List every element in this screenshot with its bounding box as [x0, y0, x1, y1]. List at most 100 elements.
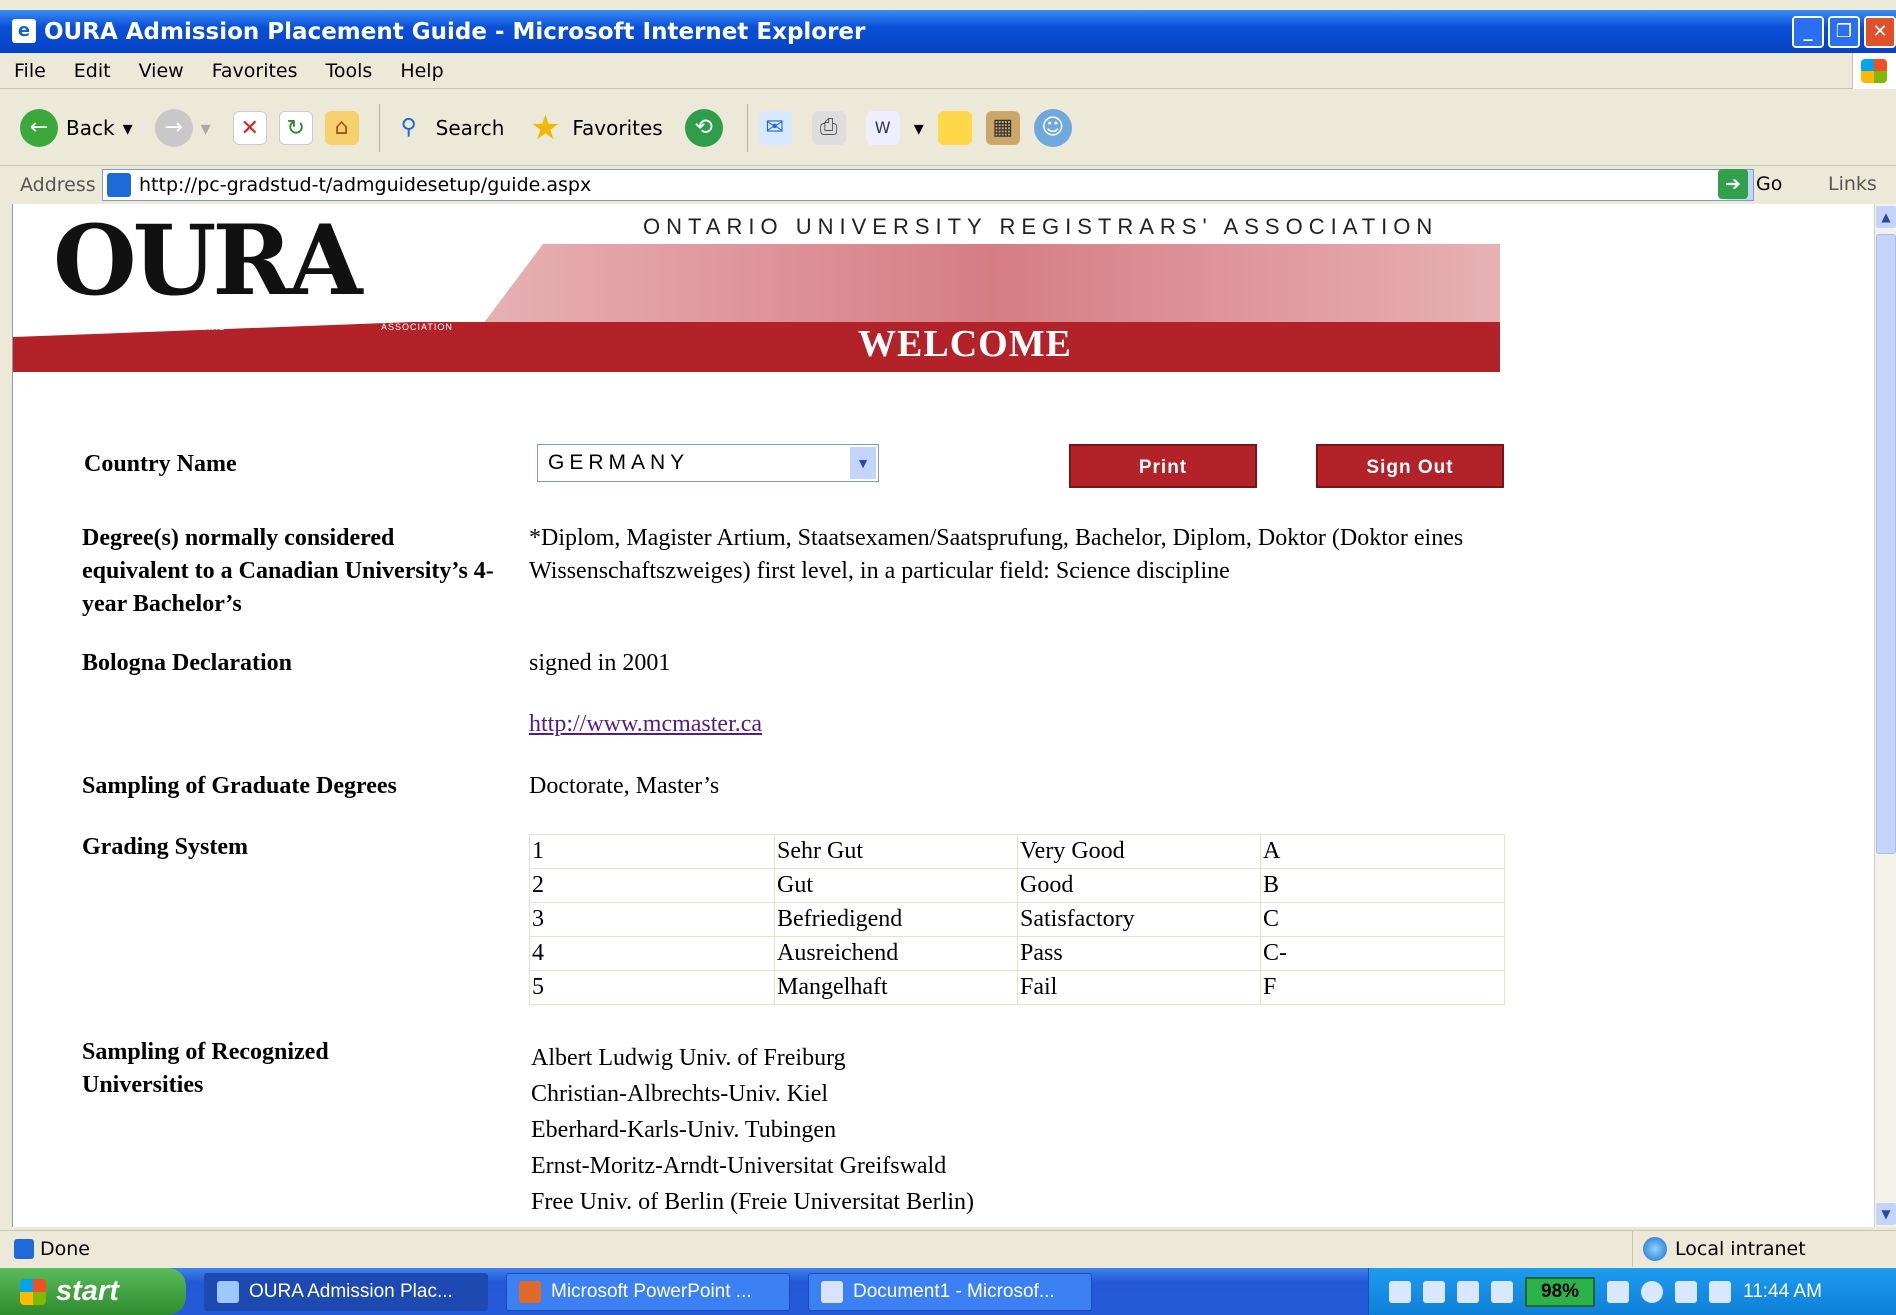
vertical-scrollbar[interactable]: ▲ ▼ — [1874, 204, 1896, 1227]
edit-dropdown-icon[interactable]: ▾ — [914, 116, 924, 140]
window-title: OURA Admission Placement Guide - Microso… — [44, 18, 866, 45]
windows-logo — [1852, 53, 1896, 89]
go-button[interactable]: ➔ Go — [1718, 169, 1782, 199]
bologna-value: signed in 2001 — [529, 650, 671, 676]
mcmaster-link[interactable]: http://www.mcmaster.ca — [529, 708, 762, 741]
menu-view[interactable]: View — [139, 60, 184, 82]
address-url: http://pc-gradstud-t/admguidesetup/guide… — [139, 174, 592, 196]
scroll-down-icon[interactable]: ▼ — [1876, 1203, 1896, 1225]
handwriting-icon[interactable] — [1457, 1280, 1479, 1303]
forward-arrow-icon: → — [154, 108, 193, 147]
windows-flag-icon — [20, 1278, 46, 1305]
pen-icon[interactable] — [1389, 1280, 1411, 1303]
favorites-button[interactable]: ★ Favorites — [526, 109, 663, 147]
grading-label: Grading System — [82, 834, 249, 860]
list-item: Christian-Albrechts-Univ. Kiel — [531, 1081, 829, 1107]
table-row: 4 Ausreichend Pass C- — [529, 936, 1505, 971]
table-cell: Gut — [774, 868, 1018, 903]
address-input[interactable]: http://pc-gradstud-t/admguidesetup/guide… — [102, 169, 1754, 201]
list-item: Free Univ. of Berlin (Freie Universitat … — [531, 1189, 974, 1215]
sign-out-button[interactable]: Sign Out — [1316, 444, 1504, 488]
tablet-icon[interactable] — [1423, 1280, 1445, 1303]
task-ie[interactable]: OURA Admission Plac... — [204, 1272, 488, 1311]
forward-button[interactable]: → ▾ — [154, 108, 211, 147]
input-icon[interactable] — [1491, 1280, 1513, 1303]
start-label: start — [56, 1275, 119, 1307]
chevron-down-icon[interactable]: ▼ — [850, 447, 876, 479]
table-cell: Ausreichend — [774, 936, 1018, 971]
task-powerpoint[interactable]: Microsoft PowerPoint ... — [506, 1272, 790, 1311]
print-icon[interactable]: ⎙ — [811, 110, 846, 145]
research-icon[interactable]: ▦ — [985, 110, 1020, 145]
notes-icon[interactable] — [937, 110, 972, 145]
back-label: Back — [66, 115, 115, 140]
universities-label: Sampling of Recognized Universities — [82, 1039, 329, 1098]
stop-icon[interactable]: ✕ — [232, 110, 267, 145]
table-cell: 2 — [529, 868, 775, 903]
print-button[interactable]: Print — [1069, 444, 1257, 488]
system-tray: 98% 11:44 AM — [1368, 1268, 1896, 1315]
table-cell: 3 — [529, 902, 775, 937]
toolbar: ← Back ▾ → ▾ ✕ ↻ ⌂ ⚲ Search ★ Favorites … — [0, 90, 1896, 166]
table-cell: Satisfactory — [1017, 902, 1261, 937]
word-icon — [821, 1280, 843, 1303]
clock[interactable]: 11:44 AM — [1743, 1281, 1822, 1303]
search-button[interactable]: ⚲ Search — [390, 109, 505, 147]
table-cell: 4 — [529, 936, 775, 971]
forward-dropdown-icon[interactable]: ▾ — [201, 116, 211, 140]
table-cell: F — [1260, 970, 1505, 1005]
battery-indicator[interactable]: 98% — [1525, 1276, 1596, 1307]
grading-table: 1 Sehr Gut Very Good A 2 Gut Good B 3 Be… — [529, 834, 1505, 1005]
antivirus-icon[interactable] — [1675, 1280, 1698, 1303]
menu-tools[interactable]: Tools — [326, 60, 373, 82]
menu-bar: File Edit View Favorites Tools Help — [0, 53, 1896, 89]
degree-value: *Diplom, Magister Artium, Staatsexamen/S… — [529, 525, 1464, 584]
refresh-icon[interactable]: ↻ — [278, 110, 313, 145]
word-icon[interactable]: W — [865, 110, 900, 145]
back-dropdown-icon[interactable]: ▾ — [123, 116, 133, 140]
scroll-thumb[interactable] — [1876, 234, 1896, 854]
task-label: OURA Admission Plac... — [249, 1280, 453, 1302]
go-arrow-icon: ➔ — [1718, 169, 1748, 199]
minimize-button[interactable]: _ — [1792, 16, 1824, 48]
universities-list: Albert Ludwig Univ. of Freiburg Christia… — [531, 1040, 974, 1220]
status-text: Done — [40, 1237, 90, 1260]
ie-icon — [217, 1280, 239, 1303]
table-cell: B — [1260, 868, 1505, 903]
menu-favorites[interactable]: Favorites — [212, 60, 298, 82]
logo-small-text-left: ONTARIO UNIVERSITY REGISTRARS' — [39, 322, 229, 332]
ie-window: e OURA Admission Placement Guide - Micro… — [0, 0, 1896, 1315]
degree-label: Degree(s) normally considered equivalent… — [82, 525, 494, 617]
close-button[interactable]: ✕ — [1864, 16, 1896, 48]
menu-edit[interactable]: Edit — [74, 60, 111, 82]
mail-icon[interactable]: ✉ — [757, 110, 792, 145]
oura-banner: OURA ONTARIO UNIVERSITY REGISTRARS' ASSO… — [13, 204, 1500, 374]
list-item: Albert Ludwig Univ. of Freiburg — [531, 1045, 846, 1071]
title-bar[interactable]: e OURA Admission Placement Guide - Micro… — [0, 10, 1896, 53]
restore-button[interactable]: ❐ — [1828, 16, 1860, 48]
start-button[interactable]: start — [0, 1268, 186, 1315]
oura-logo: OURA — [53, 204, 363, 317]
menu-file[interactable]: File — [14, 60, 46, 82]
history-icon[interactable]: ⟲ — [684, 108, 723, 147]
grad-degrees-value: Doctorate, Master’s — [529, 773, 720, 799]
banner-pink-band — [483, 244, 1500, 324]
network-icon[interactable] — [1709, 1280, 1732, 1303]
back-button[interactable]: ← Back ▾ — [20, 108, 133, 147]
messenger-icon[interactable]: ☺ — [1033, 108, 1072, 147]
menu-help[interactable]: Help — [400, 60, 443, 82]
zone-label: Local intranet — [1675, 1238, 1806, 1260]
links-button[interactable]: Links — [1828, 173, 1877, 195]
table-row: 5 Mangelhaft Fail F — [529, 970, 1505, 1005]
country-select[interactable]: GERMANY ▼ — [537, 444, 879, 482]
tray-expand-icon[interactable] — [1641, 1280, 1664, 1303]
page-done-icon — [14, 1238, 34, 1259]
task-word[interactable]: Document1 - Microsof... — [808, 1272, 1092, 1311]
home-icon[interactable]: ⌂ — [324, 110, 359, 145]
task-label: Document1 - Microsof... — [853, 1280, 1055, 1302]
scroll-up-icon[interactable]: ▲ — [1876, 206, 1896, 228]
table-cell: Pass — [1017, 936, 1261, 971]
page-content: OURA ONTARIO UNIVERSITY REGISTRARS' ASSO… — [12, 204, 1876, 1227]
bologna-label: Bologna Declaration — [82, 650, 292, 676]
power-plug-icon[interactable] — [1607, 1280, 1630, 1303]
